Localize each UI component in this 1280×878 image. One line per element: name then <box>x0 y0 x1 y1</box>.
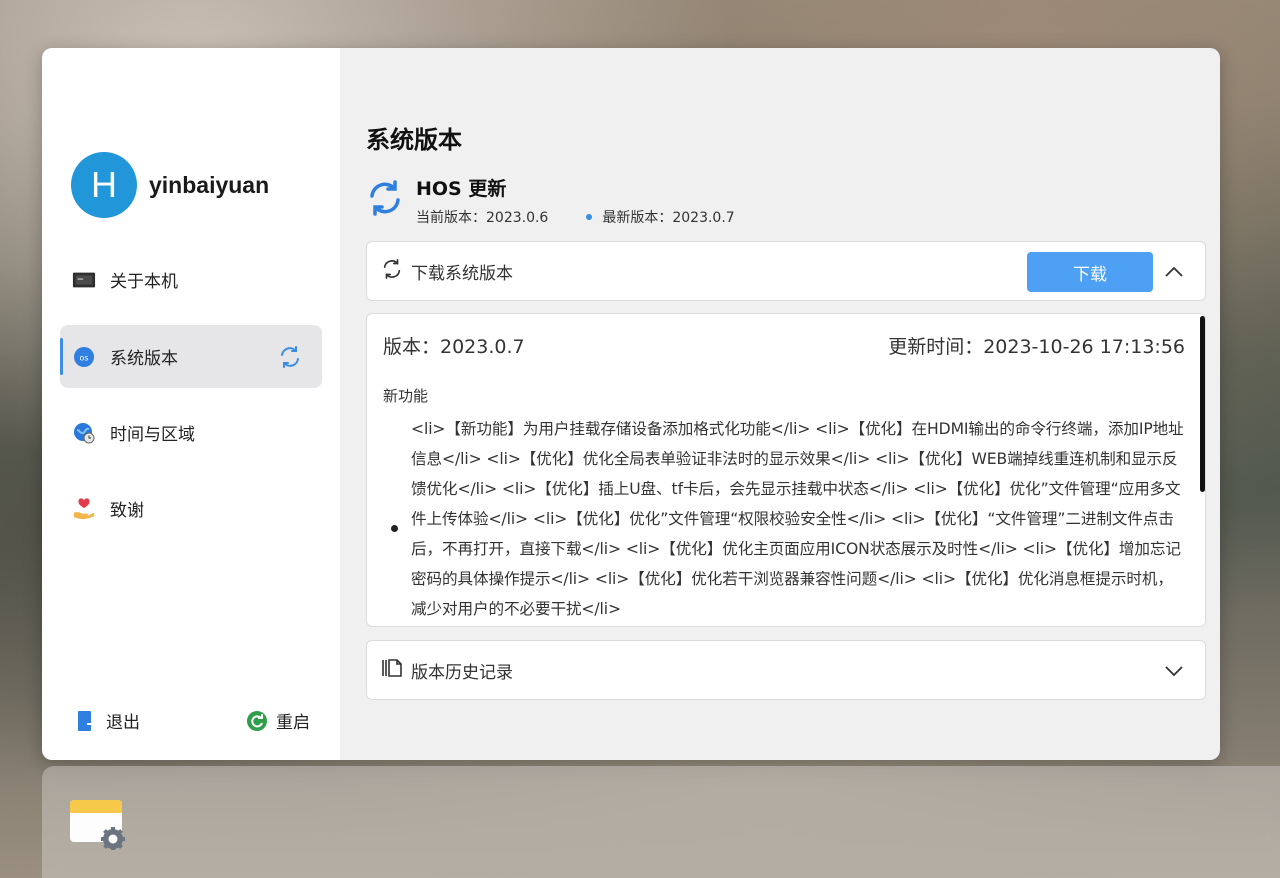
globe-clock-icon <box>72 421 96 445</box>
user-profile: H yinbaiyuan <box>71 152 269 218</box>
device-icon <box>72 268 96 292</box>
sync-icon <box>366 179 404 217</box>
restart-label: 重启 <box>276 713 310 733</box>
release-time: 更新时间：2023-10-26 17:13:56 <box>888 336 1185 358</box>
chevron-up-icon[interactable] <box>1161 259 1187 285</box>
feature-text: <li>【新功能】为用户挂载存储设备添加格式化功能</li> <li>【优化】在… <box>411 420 1184 618</box>
sidebar-item-thanks[interactable]: 致谢 <box>60 477 322 540</box>
sidebar-item-label: 关于本机 <box>110 272 178 292</box>
feature-list: <li>【新功能】为用户挂载存储设备添加格式化功能</li> <li>【优化】在… <box>383 414 1185 624</box>
os-icon: os <box>72 345 96 369</box>
refresh-icon <box>381 258 403 284</box>
sidebar-bottom-actions: 退出 重启 <box>76 708 310 733</box>
settings-app-icon[interactable] <box>70 800 126 851</box>
release-version: 版本：2023.0.7 <box>383 336 525 358</box>
heart-hand-icon <box>72 497 96 521</box>
list-bullet <box>383 414 411 624</box>
sidebar-item-label: 时间与区域 <box>110 425 195 445</box>
download-card: 下载系统版本 下载 <box>366 241 1206 301</box>
logout-icon <box>76 709 98 733</box>
chevron-down-icon[interactable] <box>1161 658 1187 684</box>
scrollbar-thumb[interactable] <box>1200 316 1205 492</box>
sidebar-item-about[interactable]: 关于本机 <box>60 248 322 311</box>
current-version: 当前版本：2023.0.6 <box>416 210 549 226</box>
release-notes-card[interactable]: 版本：2023.0.7 更新时间：2023-10-26 17:13:56 新功能… <box>366 313 1206 627</box>
username: yinbaiyuan <box>149 171 270 198</box>
sidebar-item-label: 致谢 <box>110 501 144 521</box>
download-label: 下载系统版本 <box>411 263 513 284</box>
version-history-card[interactable]: 版本历史记录 <box>366 640 1206 700</box>
restart-icon <box>246 709 268 733</box>
latest-version: 最新版本：2023.0.7 <box>602 210 735 226</box>
sidebar-item-time-region[interactable]: 时间与区域 <box>60 401 322 464</box>
svg-text:os: os <box>79 353 88 362</box>
sidebar-item-system-version[interactable]: os 系统版本 <box>60 325 322 388</box>
restart-button[interactable]: 重启 <box>246 708 310 733</box>
refresh-icon[interactable] <box>278 345 302 374</box>
sidebar: H yinbaiyuan 关于本机 os 系统版本 时间与区域 致谢 退出 重启 <box>42 48 340 760</box>
taskbar-dock <box>42 766 1280 878</box>
settings-window: H yinbaiyuan 关于本机 os 系统版本 时间与区域 致谢 退出 重启… <box>42 48 1220 760</box>
avatar: H <box>71 152 137 218</box>
logout-label: 退出 <box>106 713 140 733</box>
status-dot <box>586 214 593 220</box>
hos-versions: 当前版本：2023.0.6 最新版本：2023.0.7 <box>416 207 735 227</box>
hos-title: HOS 更新 <box>416 178 507 200</box>
download-button[interactable]: 下载 <box>1027 252 1153 292</box>
logout-button[interactable]: 退出 <box>76 708 140 733</box>
history-label: 版本历史记录 <box>411 662 513 683</box>
page-title: 系统版本 <box>366 126 462 154</box>
main-panel: 系统版本 HOS 更新 当前版本：2023.0.6 最新版本：2023.0.7 … <box>340 48 1220 760</box>
history-icon <box>381 657 403 683</box>
feature-heading: 新功能 <box>383 387 429 405</box>
hos-update-header: HOS 更新 当前版本：2023.0.6 最新版本：2023.0.7 <box>366 174 735 227</box>
sidebar-item-label: 系统版本 <box>110 349 178 369</box>
